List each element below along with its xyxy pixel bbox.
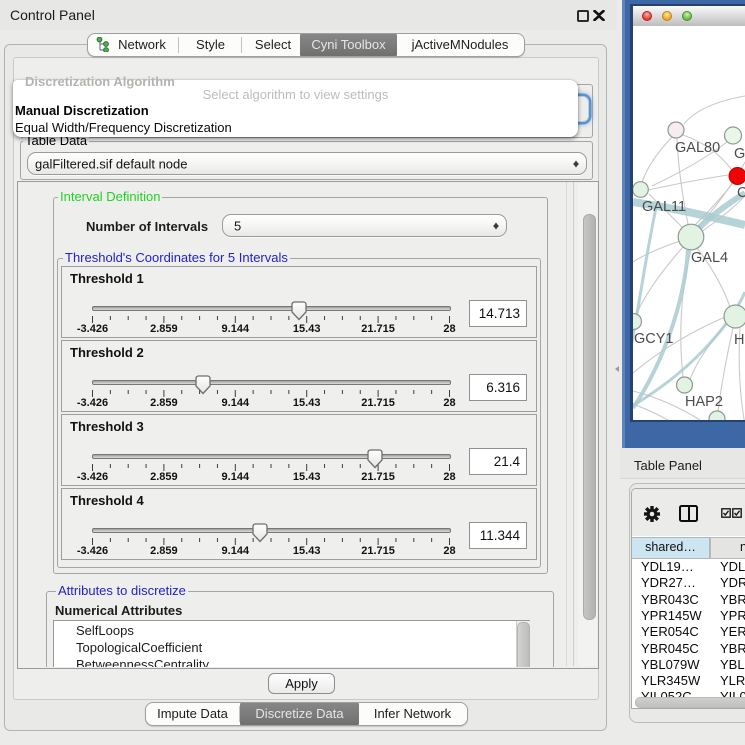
svg-text:GAL80: GAL80 [675,140,720,156]
svg-text:HAP2: HAP2 [685,394,723,410]
svg-text:G.: G. [734,146,745,162]
svg-text:GCY1: GCY1 [634,331,674,347]
svg-text:C: C [737,185,745,201]
svg-text:GAL11: GAL11 [642,199,686,215]
svg-text:H: H [734,332,744,348]
svg-text:GAL4: GAL4 [691,250,728,266]
